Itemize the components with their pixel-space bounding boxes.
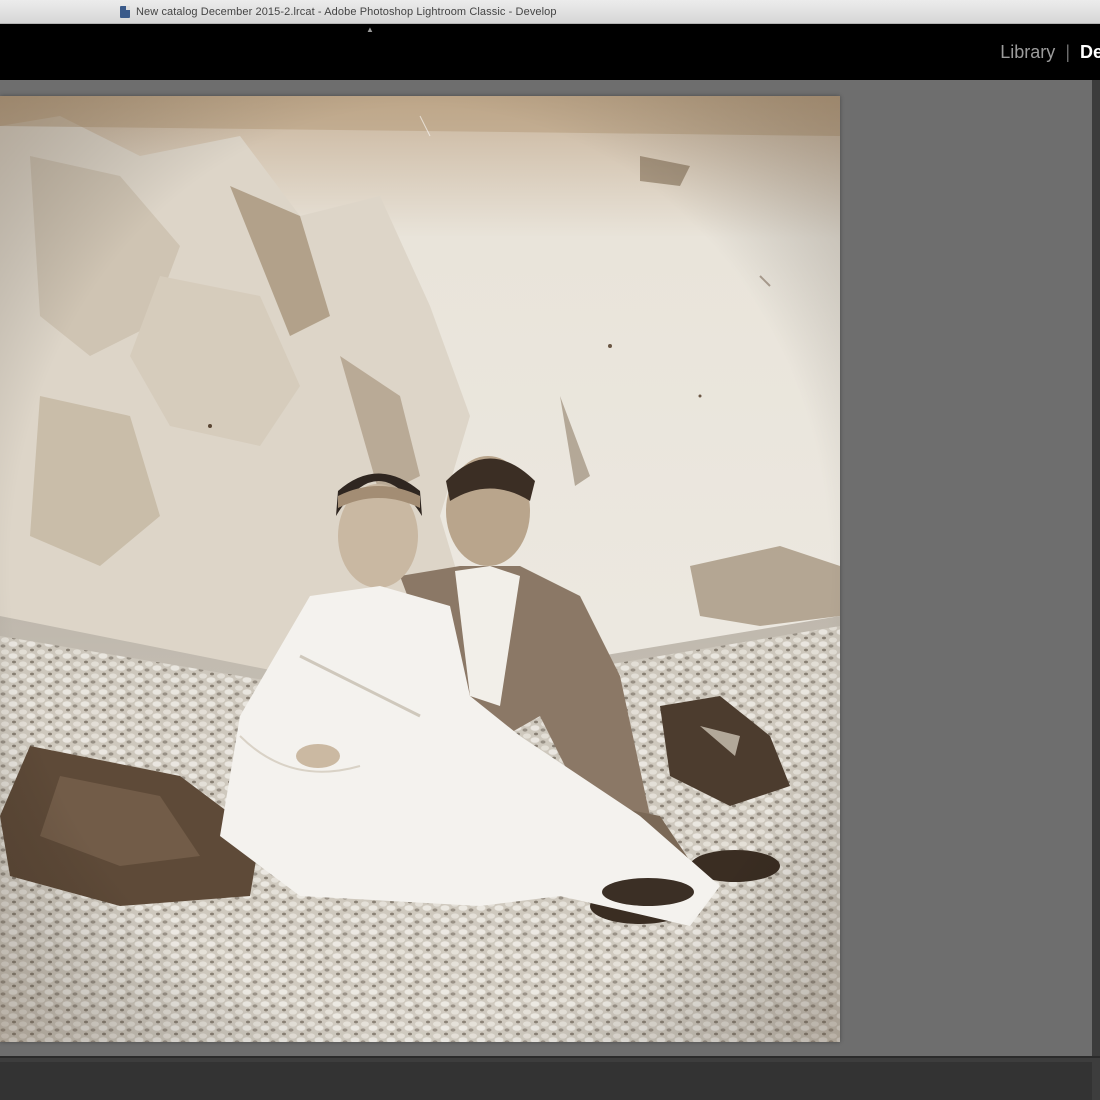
document-icon — [120, 6, 130, 18]
right-panel-edge[interactable] — [1092, 80, 1100, 1056]
module-bar: ▲ Library | Develop — [0, 24, 1100, 80]
photo-preview[interactable] — [0, 96, 840, 1042]
image-canvas-area[interactable] — [0, 80, 1092, 1056]
window-title-bar[interactable]: New catalog December 2015-2.lrcat - Adob… — [0, 0, 1100, 24]
window-title-group: New catalog December 2015-2.lrcat - Adob… — [120, 5, 557, 19]
window-title: New catalog December 2015-2.lrcat - Adob… — [136, 6, 557, 18]
filmstrip-panel — [0, 1062, 1092, 1100]
triangle-up-icon[interactable]: ▲ — [364, 26, 376, 34]
photo-image — [0, 96, 840, 1042]
module-separator: | — [1065, 41, 1070, 62]
module-develop[interactable]: Develop — [1080, 42, 1100, 63]
module-picker: Library | Develop — [1000, 24, 1100, 80]
module-library[interactable]: Library — [1000, 42, 1055, 63]
filmstrip-divider[interactable] — [0, 1056, 1100, 1100]
workspace — [0, 80, 1100, 1056]
